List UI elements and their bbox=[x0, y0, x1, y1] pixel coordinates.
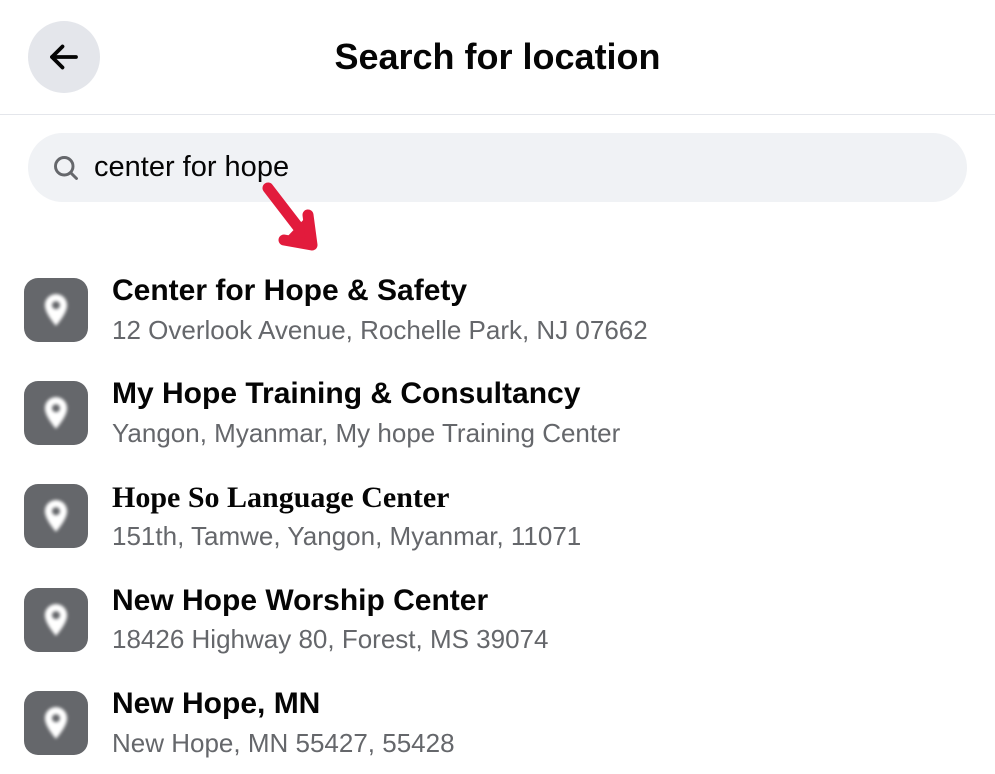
search-container bbox=[0, 115, 995, 212]
result-text: Center for Hope & Safety 12 Overlook Ave… bbox=[112, 272, 648, 347]
location-result[interactable]: New Hope, MN New Hope, MN 55427, 55428 bbox=[24, 671, 971, 774]
location-result[interactable]: Hope So Language Center 151th, Tamwe, Ya… bbox=[24, 465, 971, 568]
search-results: Center for Hope & Safety 12 Overlook Ave… bbox=[0, 258, 995, 774]
location-result[interactable]: My Hope Training & Consultancy Yangon, M… bbox=[24, 361, 971, 464]
result-text: New Hope, MN New Hope, MN 55427, 55428 bbox=[112, 685, 455, 760]
arrow-left-icon bbox=[46, 39, 82, 75]
location-pin-icon bbox=[24, 484, 88, 548]
result-address: Yangon, Myanmar, My hope Training Center bbox=[112, 417, 620, 451]
back-button[interactable] bbox=[28, 21, 100, 93]
result-name: New Hope Worship Center bbox=[112, 582, 548, 620]
result-name: Hope So Language Center bbox=[112, 479, 581, 517]
result-address: 12 Overlook Avenue, Rochelle Park, NJ 07… bbox=[112, 314, 648, 348]
result-address: New Hope, MN 55427, 55428 bbox=[112, 727, 455, 761]
result-text: Hope So Language Center 151th, Tamwe, Ya… bbox=[112, 479, 581, 554]
header: Search for location bbox=[0, 0, 995, 114]
result-text: My Hope Training & Consultancy Yangon, M… bbox=[112, 375, 620, 450]
result-name: New Hope, MN bbox=[112, 685, 455, 723]
result-name: My Hope Training & Consultancy bbox=[112, 375, 620, 413]
location-pin-icon bbox=[24, 278, 88, 342]
search-box[interactable] bbox=[28, 133, 967, 202]
location-result[interactable]: Center for Hope & Safety 12 Overlook Ave… bbox=[24, 258, 971, 361]
result-address: 151th, Tamwe, Yangon, Myanmar, 11071 bbox=[112, 520, 581, 554]
result-text: New Hope Worship Center 18426 Highway 80… bbox=[112, 582, 548, 657]
search-input[interactable] bbox=[94, 151, 943, 184]
result-name: Center for Hope & Safety bbox=[112, 272, 648, 310]
search-icon bbox=[52, 154, 80, 182]
result-address: 18426 Highway 80, Forest, MS 39074 bbox=[112, 623, 548, 657]
location-pin-icon bbox=[24, 588, 88, 652]
location-pin-icon bbox=[24, 691, 88, 755]
location-pin-icon bbox=[24, 381, 88, 445]
location-result[interactable]: New Hope Worship Center 18426 Highway 80… bbox=[24, 568, 971, 671]
page-title: Search for location bbox=[334, 36, 660, 78]
